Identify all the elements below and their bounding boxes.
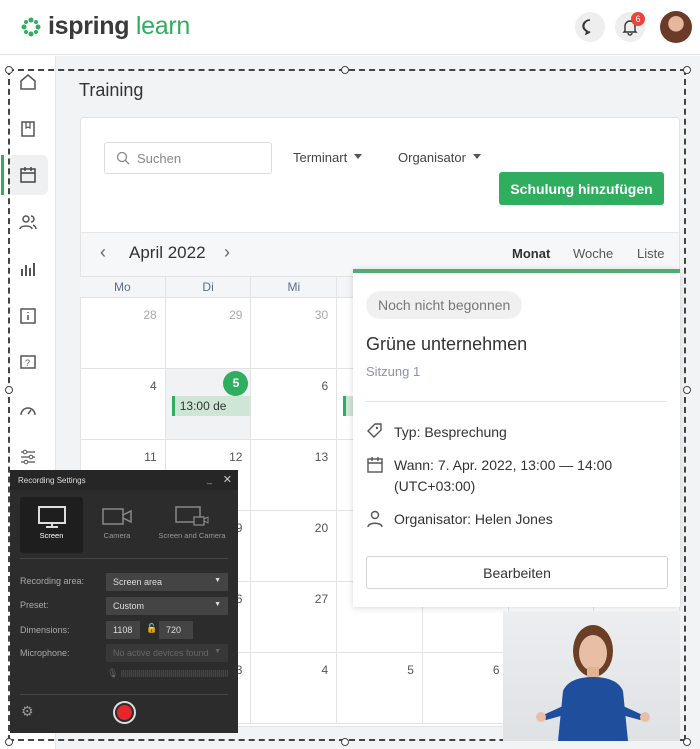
height-input[interactable]: 720 <box>159 621 193 639</box>
monitor-icon <box>37 506 66 528</box>
microphone-icon: 🎙 <box>107 668 119 678</box>
resize-handle[interactable] <box>341 66 349 74</box>
avatar[interactable] <box>660 11 692 43</box>
resize-handle[interactable] <box>683 386 691 394</box>
microphone-value: No active devices found <box>113 648 209 658</box>
logo[interactable]: ispring learn <box>20 12 190 41</box>
recorder-title: Recording Settings <box>10 470 238 490</box>
mode-label: Camera <box>103 531 131 540</box>
mode-label: Screen and Camera <box>158 531 226 540</box>
mode-camera[interactable]: Camera <box>90 497 144 553</box>
resize-handle[interactable] <box>5 738 13 746</box>
logo-name: ispring <box>48 12 130 40</box>
resize-handle[interactable] <box>683 66 691 74</box>
preset-label: Preset: <box>20 600 49 610</box>
area-label: Recording area: <box>20 576 85 586</box>
gear-icon[interactable]: ⚙ <box>21 703 34 720</box>
divider <box>20 558 228 559</box>
top-bar: ispring learn 6 <box>0 0 700 55</box>
resize-handle[interactable] <box>341 738 349 746</box>
webcam-preview <box>503 611 680 741</box>
mode-screen[interactable]: Screen <box>20 497 83 553</box>
record-button[interactable] <box>113 701 136 724</box>
notification-badge: 6 <box>631 12 645 26</box>
preset-select[interactable]: Custom ▼ <box>106 597 228 615</box>
camera-icon <box>102 508 132 525</box>
close-button[interactable]: ✕ <box>223 473 232 486</box>
divider <box>20 694 228 695</box>
presenter-image <box>536 625 650 741</box>
screen-camera-icon <box>175 506 209 526</box>
mode-label: Screen <box>39 531 64 540</box>
logo-icon <box>21 17 41 36</box>
preset-value: Custom <box>113 601 145 611</box>
recording-area-select[interactable]: Screen area ▼ <box>106 573 228 591</box>
area-value: Screen area <box>113 577 163 587</box>
chat-button[interactable] <box>575 12 605 42</box>
width-input[interactable]: 1108 <box>106 621 140 639</box>
mode-screen-camera[interactable]: Screen and Camera <box>154 497 230 553</box>
recording-settings-panel: Recording Settings _ ✕ Screen Camera Scr… <box>10 470 238 733</box>
lock-icon[interactable]: 🔓 <box>146 623 157 634</box>
microphone-label: Microphone: <box>20 648 70 658</box>
dimensions-label: Dimensions: <box>20 625 70 635</box>
resize-handle[interactable] <box>683 738 691 746</box>
logo-suffix: learn <box>135 12 190 40</box>
volume-meter <box>121 670 228 677</box>
resize-handle[interactable] <box>5 66 13 74</box>
chat-icon <box>582 19 591 36</box>
minimize-button[interactable]: _ <box>207 474 212 484</box>
microphone-select[interactable]: No active devices found ▼ <box>106 644 228 662</box>
resize-handle[interactable] <box>5 386 13 394</box>
